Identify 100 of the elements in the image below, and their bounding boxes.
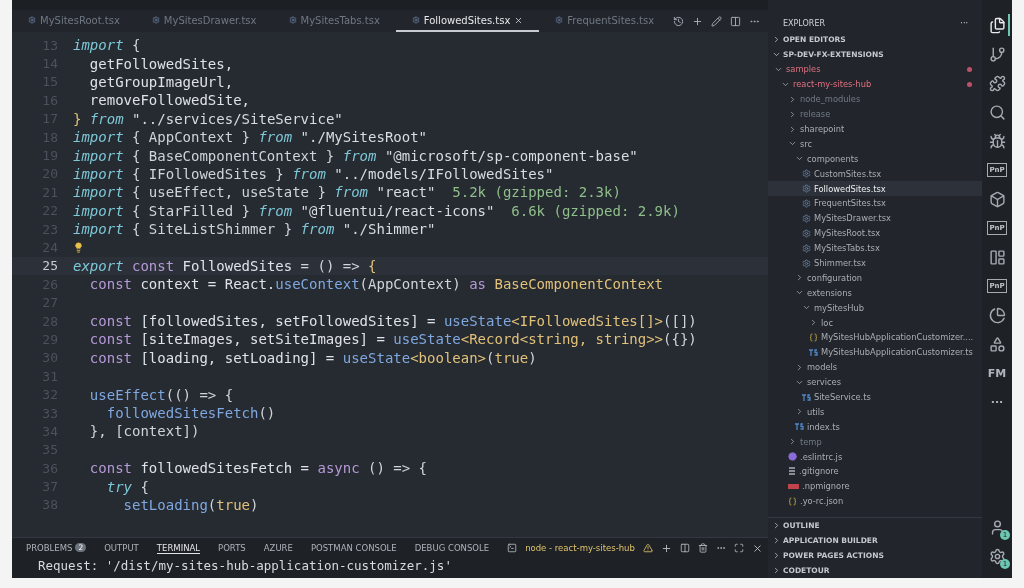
bug-icon[interactable]	[988, 132, 1006, 150]
tree-item[interactable]: FollowedSites.tsx	[768, 181, 982, 196]
tree-item[interactable]: services	[768, 374, 982, 390]
tree-item[interactable]: MySitesTabs.tsx	[768, 240, 982, 256]
code-line: import { AppContext } from "./MySitesRoot"	[73, 129, 428, 146]
trash-icon[interactable]	[697, 543, 708, 553]
search-icon[interactable]	[988, 103, 1006, 121]
cube-icon[interactable]	[988, 190, 1006, 208]
panel-tab[interactable]: POSTMAN CONSOLE	[310, 542, 397, 554]
ts-file-icon	[802, 393, 811, 401]
tree-item[interactable]: FrequentSites.tsx	[768, 196, 982, 211]
tree-item[interactable]: MySitesDrawer.tsx	[768, 210, 982, 226]
terminal-icon	[507, 543, 518, 553]
code-line: import { StarFilled } from "@fluentui/react-icons" 6.6k (gzipped: 2.9k)	[73, 202, 680, 219]
more-button[interactable]: ···	[960, 19, 968, 28]
gear-icon	[802, 198, 811, 208]
shapes-icon[interactable]	[988, 335, 1006, 353]
code-line: const [siteImages, setSiteImages] = useState<Record<string, string>>({})	[88, 331, 697, 348]
settings-icon[interactable]	[988, 547, 1006, 565]
split-icon[interactable]	[730, 15, 741, 27]
fm-button[interactable]: FM	[987, 366, 1007, 380]
terminal-name[interactable]: node - react-my-sites-hub	[525, 543, 635, 553]
tree-item[interactable]: .eslintrc.js	[768, 449, 982, 465]
braces-icon	[788, 496, 797, 506]
tree-item[interactable]: sharepoint	[768, 121, 982, 137]
warning-icon	[642, 543, 653, 553]
maximize-icon[interactable]	[733, 543, 744, 553]
history-icon[interactable]	[673, 15, 684, 27]
puzzle-icon[interactable]	[988, 74, 1006, 92]
panel-icon[interactable]	[988, 248, 1006, 266]
editor-tab[interactable]: FollowedSites.tsx	[395, 10, 540, 32]
tree-item[interactable]: extensions	[768, 285, 982, 301]
tree-item[interactable]: src	[768, 136, 982, 152]
tree-item[interactable]: release	[768, 106, 982, 122]
tree-item[interactable]: MySitesHubApplicationCustomizer....	[768, 330, 982, 345]
code-line: try {	[105, 478, 149, 495]
panel-tab[interactable]: AZURE	[263, 542, 293, 554]
branch-icon[interactable]	[988, 45, 1006, 63]
code-line: followedSitesFetch()	[105, 405, 276, 421]
gear-icon	[288, 16, 297, 24]
tree-item[interactable]: loc	[768, 315, 982, 331]
bar-icon	[788, 483, 799, 489]
tree-item[interactable]: utils	[768, 404, 982, 420]
tree-item[interactable]: SiteService.ts	[768, 389, 982, 405]
gear-icon	[802, 213, 811, 223]
gear-icon	[802, 228, 811, 238]
pie-chart-icon[interactable]	[988, 306, 1006, 324]
plus-icon[interactable]	[692, 15, 703, 27]
tree-item[interactable]: index.ts	[768, 419, 982, 435]
gear-icon	[555, 16, 564, 24]
tree-item[interactable]: samples	[768, 62, 982, 77]
explorer-title: EXPLORER	[783, 19, 825, 28]
tree-item[interactable]: MySitesHubApplicationCustomizer.ts	[768, 344, 982, 360]
panel-tab[interactable]: TERMINAL	[156, 542, 201, 554]
gear-icon	[802, 258, 811, 268]
code-line: export const FollowedSites = () => {	[73, 257, 377, 274]
panel-tab[interactable]: OUTPUT	[104, 542, 139, 554]
tree-item[interactable]: MySitesRoot.tsx	[768, 225, 982, 241]
code-line: removeFollowedSite,	[88, 92, 250, 109]
tree-item[interactable]: .gitignore	[768, 464, 982, 479]
gear-icon	[802, 169, 811, 179]
circle-icon	[788, 452, 797, 462]
tree-item[interactable]: react-my-sites-hub	[768, 76, 982, 92]
code-line: import { useEffect, useState } from "react" 5.2k (gzipped: 2.3k)	[73, 184, 621, 201]
pencil-icon[interactable]	[711, 15, 722, 27]
chevron-right-icon	[795, 273, 804, 283]
code-line: import { SiteListShimmer } from "./Shimmer"	[73, 221, 436, 238]
code-line: import { BaseComponentContext } from "@microsoft/sp-component-base"	[73, 147, 638, 164]
close-icon[interactable]	[514, 15, 524, 25]
tree-item[interactable]: temp	[768, 434, 982, 450]
tree-item[interactable]: .yo-rc.json	[768, 493, 982, 509]
modified-dot	[967, 66, 972, 72]
tree-item[interactable]: mySitesHub	[768, 300, 982, 316]
tree-item[interactable]: node_modules	[768, 91, 982, 107]
code-line: setLoading(true)	[122, 496, 259, 513]
gear-icon	[411, 16, 420, 24]
tree-item[interactable]: Shimmer.tsx	[768, 255, 982, 271]
panel-tab[interactable]: PORTS	[218, 542, 246, 554]
terminal-output: Request: '/dist/my-sites-hub-application-customizer.js'	[37, 558, 453, 573]
code-line: } from "../services/SiteService"	[73, 110, 343, 127]
gear-icon	[802, 184, 811, 194]
split-icon[interactable]	[679, 543, 690, 553]
braces-icon	[809, 332, 818, 342]
plus-icon[interactable]	[660, 542, 672, 554]
code-line: const [loading, setLoading] = useState<boolean>(true)	[88, 349, 537, 366]
code-line: import {	[73, 37, 141, 54]
tree-item[interactable]: configuration	[768, 270, 982, 286]
files-icon[interactable]	[988, 16, 1006, 34]
panel-tab[interactable]: DEBUG CONSOLE	[414, 542, 490, 554]
ts-file-icon	[809, 348, 818, 356]
code-line: const followedSitesFetch = async () => {	[88, 460, 428, 477]
code-line: getGroupImageUrl,	[88, 73, 234, 90]
close-icon[interactable]	[751, 542, 763, 554]
code-line: import { IFollowedSites } from "../models/IFollowedSites"	[73, 165, 554, 182]
tree-item[interactable]: models	[768, 359, 982, 375]
chevron-right-icon	[795, 362, 804, 372]
tree-item[interactable]: .npmignore	[768, 478, 982, 494]
more-button[interactable]: ···	[990, 395, 1004, 409]
tree-item[interactable]: components	[768, 151, 982, 167]
tree-item[interactable]: CustomSites.tsx	[768, 166, 982, 182]
